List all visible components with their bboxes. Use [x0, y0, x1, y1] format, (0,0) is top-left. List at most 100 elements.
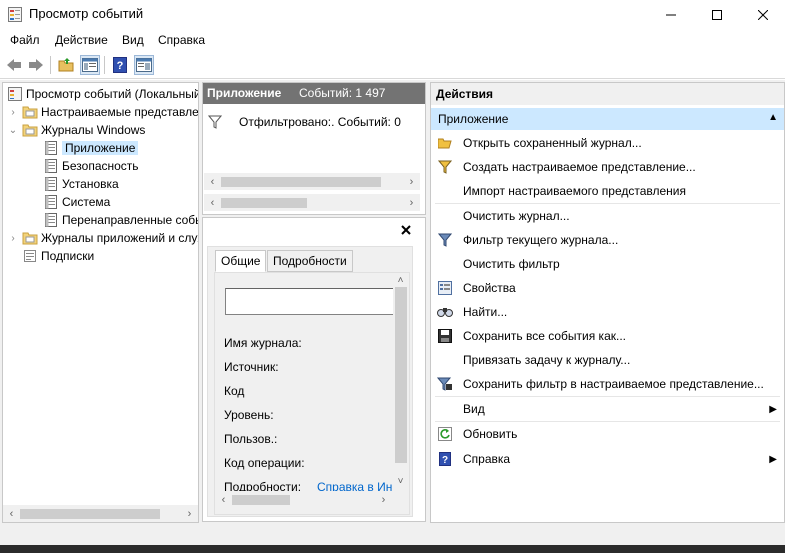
action-find[interactable]: Найти... — [436, 302, 781, 322]
scroll-left-icon[interactable]: ‹ — [204, 173, 221, 190]
properties-icon — [437, 281, 452, 295]
tree-item-setup[interactable]: Установка — [43, 175, 119, 193]
action-help[interactable]: ? Справка ▶ — [436, 449, 781, 469]
scroll-right-icon[interactable]: › — [403, 173, 420, 190]
show-hide-pane-button[interactable] — [134, 55, 154, 75]
action-properties[interactable]: Свойства — [436, 278, 781, 298]
tree-label: Настраиваемые представления — [41, 105, 199, 119]
help-icon: ? — [113, 57, 127, 73]
scroll-right-icon[interactable]: › — [403, 194, 420, 211]
scroll-left-icon[interactable]: ‹ — [204, 194, 221, 211]
save-filter-icon — [436, 377, 452, 391]
action-attach-task[interactable]: Привязать задачу к журналу... — [436, 350, 781, 370]
action-save-filter-custom-view[interactable]: Сохранить фильтр в настраиваемое предста… — [436, 374, 781, 394]
action-label: Открыть сохраненный журнал... — [463, 136, 642, 150]
menu-view[interactable]: Вид — [122, 33, 144, 47]
view-button[interactable] — [80, 55, 100, 75]
actions-divider — [435, 203, 780, 204]
event-description-box[interactable] — [225, 288, 395, 315]
scroll-thumb[interactable] — [20, 509, 160, 519]
action-label: Создать настраиваемое представление... — [463, 160, 696, 174]
log-name: Приложение — [207, 86, 282, 100]
scroll-up-icon[interactable]: ˄ — [393, 273, 408, 287]
scroll-right-icon[interactable]: › — [181, 505, 198, 522]
action-label: Очистить фильтр — [463, 257, 560, 271]
action-clear-filter[interactable]: Очистить фильтр — [436, 254, 781, 274]
tree-item-windows-logs[interactable]: Журналы Windows — [22, 121, 145, 139]
log-icon — [45, 141, 57, 155]
tree-item-event-viewer-local[interactable]: Просмотр событий (Локальный) — [7, 85, 198, 103]
menu-file[interactable]: Файл — [10, 33, 40, 47]
folder-icon — [22, 106, 38, 119]
menu-bar: Файл Действие Вид Справка — [0, 30, 785, 50]
code-label: Код — [224, 384, 245, 398]
tree-item-subscriptions[interactable]: Подписки — [22, 247, 94, 265]
action-label: Очистить журнал... — [463, 209, 570, 223]
actions-section-application[interactable]: Приложение ▲ — [431, 108, 784, 130]
action-view[interactable]: Вид ▶ — [436, 399, 781, 419]
action-filter-current-log[interactable]: Фильтр текущего журнала... — [436, 230, 781, 250]
action-label: Сохранить фильтр в настраиваемое предста… — [463, 377, 764, 391]
minimize-button[interactable] — [648, 0, 694, 29]
events-horizontal-scrollbar[interactable]: ‹ › — [204, 173, 420, 190]
scroll-left-icon[interactable]: ‹ — [3, 505, 20, 522]
maximize-icon — [712, 9, 722, 20]
open-button[interactable] — [56, 55, 76, 75]
tree-horizontal-scrollbar[interactable]: ‹ › — [3, 505, 198, 522]
refresh-icon — [437, 427, 452, 441]
details-horizontal-scrollbar[interactable]: ‹ › — [215, 491, 393, 508]
status-bar — [0, 545, 785, 553]
action-open-saved-log[interactable]: Открыть сохраненный журнал... — [436, 133, 781, 153]
level-label: Уровень: — [224, 408, 274, 422]
events-horizontal-scrollbar-2[interactable]: ‹ › — [204, 194, 420, 211]
main-area: Просмотр событий (Локальный) › Настраива… — [0, 80, 785, 545]
maximize-button[interactable] — [694, 0, 740, 29]
scroll-right-icon[interactable]: › — [375, 491, 392, 508]
close-details-button[interactable] — [401, 222, 411, 238]
events-list-pane: Приложение Событий: 1 497 Отфильтровано:… — [202, 82, 426, 215]
scroll-left-icon[interactable]: ‹ — [215, 491, 232, 508]
svg-text:?: ? — [117, 60, 124, 72]
help-button[interactable]: ? — [110, 55, 130, 75]
close-icon — [401, 225, 411, 235]
scroll-thumb[interactable] — [232, 495, 290, 505]
save-icon — [437, 329, 452, 343]
help-icon: ? — [438, 452, 451, 466]
menu-help[interactable]: Справка — [158, 33, 205, 47]
close-button[interactable] — [740, 0, 785, 29]
collapse-icon[interactable]: ▲ — [768, 112, 778, 123]
tree-item-app-services-logs[interactable]: Журналы приложений и служб — [22, 229, 198, 247]
submenu-arrow-icon: ▶ — [769, 403, 777, 415]
action-label: Привязать задачу к журналу... — [463, 353, 631, 367]
back-button[interactable] — [4, 55, 24, 75]
action-create-custom-view[interactable]: Создать настраиваемое представление... — [436, 157, 781, 177]
scroll-thumb[interactable] — [395, 287, 407, 463]
tree-label: Перенаправленные события — [62, 213, 198, 227]
tree-label: Безопасность — [62, 159, 139, 173]
tree-item-custom-views[interactable]: Настраиваемые представления — [22, 103, 199, 121]
scroll-thumb[interactable] — [221, 177, 381, 187]
tree-item-forwarded-events[interactable]: Перенаправленные события — [43, 211, 198, 229]
action-import-custom-view[interactable]: Импорт настраиваемого представления — [436, 181, 781, 201]
chevron-right-icon[interactable]: › — [8, 103, 18, 121]
tab-general[interactable]: Общие — [215, 250, 267, 272]
event-viewer-app-icon — [8, 7, 22, 22]
forward-button[interactable] — [26, 55, 46, 75]
tab-details[interactable]: Подробности — [267, 250, 353, 272]
tree-item-application[interactable]: Приложение — [43, 139, 139, 157]
tree-item-system[interactable]: Система — [43, 193, 110, 211]
scroll-down-icon[interactable]: ˅ — [393, 474, 408, 488]
action-clear-log[interactable]: Очистить журнал... — [436, 206, 781, 226]
tree-item-security[interactable]: Безопасность — [43, 157, 139, 175]
action-refresh[interactable]: Обновить — [436, 424, 781, 444]
action-save-all-events[interactable]: Сохранить все события как... — [436, 326, 781, 346]
chevron-right-icon[interactable]: › — [8, 229, 18, 247]
chevron-down-icon[interactable]: ⌄ — [8, 121, 18, 139]
menu-action[interactable]: Действие — [55, 33, 108, 47]
folder-icon — [22, 232, 38, 245]
user-label: Пользов.: — [224, 432, 278, 446]
details-vertical-scrollbar[interactable]: ˄ ˅ — [393, 273, 408, 489]
open-folder-icon — [58, 58, 74, 72]
scroll-thumb[interactable] — [221, 198, 307, 208]
navigation-tree: Просмотр событий (Локальный) › Настраива… — [2, 82, 199, 523]
